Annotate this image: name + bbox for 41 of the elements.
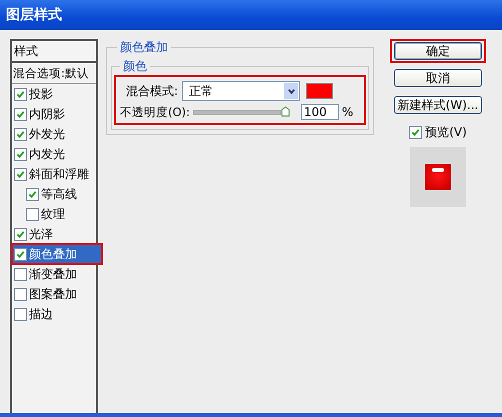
checkbox[interactable] [14,168,27,180]
list-item[interactable]: 投影 [12,84,96,104]
preview-swatch-icon [425,164,451,190]
list-item[interactable]: 内阴影 [12,104,96,124]
dialog-button[interactable]: 取消 [394,69,482,87]
list-item[interactable]: 颜色叠加 [12,244,102,264]
percent-unit: % [342,105,354,119]
group-title: 颜色叠加 [119,39,169,56]
list-item[interactable]: 混合选项:默认 [12,63,96,84]
list-item[interactable]: 等高线 [12,184,96,204]
checkbox[interactable] [14,108,27,120]
list-item[interactable]: 光泽 [12,224,96,244]
opacity-input[interactable]: 100 [300,104,339,120]
dialog-button[interactable]: 新建样式(W)... [394,96,482,114]
preview-checkbox[interactable] [409,126,422,139]
checkbox[interactable] [26,208,39,220]
opacity-label: 不透明度(O): [120,104,190,120]
checkbox[interactable] [14,148,27,160]
list-item[interactable]: 纹理 [12,204,96,224]
list-item[interactable]: 斜面和浮雕 [12,164,96,184]
list-item[interactable]: 图案叠加 [12,284,96,304]
checkbox[interactable] [14,308,27,320]
blend-mode-label: 混合模式: [124,82,178,100]
list-item[interactable]: 描边 [12,304,96,324]
dialog-button[interactable]: 确定 [394,42,482,60]
checkbox[interactable] [14,88,27,100]
checkbox[interactable] [14,228,27,240]
checkbox[interactable] [14,128,27,140]
blend-mode-dropdown[interactable]: 正常 [182,81,300,101]
group-title: 颜色 [122,58,148,75]
checkbox[interactable] [14,288,27,300]
preview-label: 预览(V) [425,124,467,141]
list-item[interactable]: 内发光 [12,144,96,164]
checkbox[interactable] [14,248,27,260]
checkbox[interactable] [14,268,27,280]
slider-handle[interactable] [280,106,290,117]
list-item[interactable]: 渐变叠加 [12,264,96,284]
window-title: 图层样式 [6,6,62,24]
list-item[interactable]: 外发光 [12,124,96,144]
checkbox[interactable] [26,188,39,200]
color-swatch[interactable] [306,83,333,99]
